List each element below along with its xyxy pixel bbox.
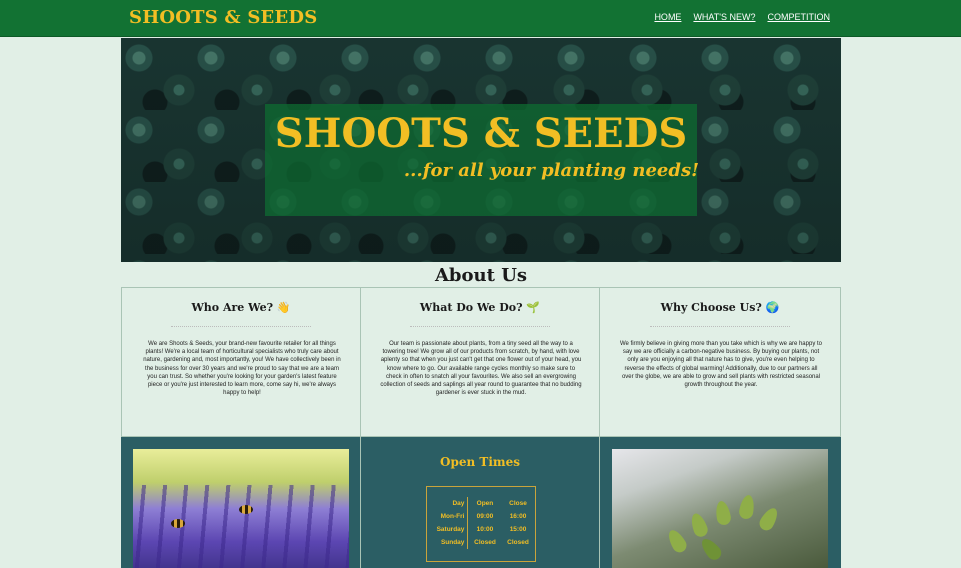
table-cell-close: 16:00: [509, 513, 527, 520]
leaf-shape: [756, 505, 782, 533]
column-divider: [650, 326, 790, 327]
leaf-shape: [738, 493, 756, 521]
table-cell-open: Closed: [474, 539, 496, 546]
table-cell-open: 09:00: [476, 513, 494, 520]
top-navbar: SHOOTS & SEEDS HOME WHAT'S NEW? COMPETIT…: [0, 0, 961, 37]
nav-links: HOME WHAT'S NEW? COMPETITION: [654, 12, 830, 22]
table-cell-close: 15:00: [509, 526, 527, 533]
column-divider: [171, 326, 311, 327]
hero-title: SHOOTS & SEEDS: [274, 110, 688, 157]
band-divider: [599, 437, 600, 568]
table-cell-day: Mon-Fri: [427, 510, 469, 523]
leaf-shape: [664, 527, 690, 555]
about-column-title: Why Choose Us? 🌍: [660, 301, 780, 314]
table-cell-open: 10:00: [476, 526, 494, 533]
nav-link-whats-new[interactable]: WHAT'S NEW?: [693, 12, 755, 22]
table-header-day: Day: [427, 497, 469, 510]
open-times-table: Day Open Close Mon-Fri 09:00 16:00 Satur…: [427, 497, 535, 549]
about-column-text: We firmly believe in giving more than yo…: [620, 341, 822, 389]
plant-photo: [612, 449, 828, 568]
hero-banner: SHOOTS & SEEDS ...for all your planting …: [121, 38, 841, 262]
table-row: Saturday 10:00 15:00: [427, 523, 535, 536]
about-column-title: Who Are We? 👋: [191, 301, 291, 314]
about-column-text: Our team is passionate about plants, fro…: [380, 341, 582, 397]
hero-subtitle: ...for all your planting needs!: [403, 160, 699, 181]
about-column-who: Who Are We? 👋 We are Shoots & Seeds, you…: [121, 287, 361, 437]
table-header-open: Open: [476, 500, 494, 507]
hero-title-box: SHOOTS & SEEDS ...for all your planting …: [265, 104, 699, 216]
open-times-title: Open Times: [440, 455, 520, 469]
lavender-photo: [133, 449, 349, 568]
about-column-title: What Do We Do? 🌱: [419, 301, 541, 314]
leaf-shape: [688, 511, 710, 539]
table-cell-close: Closed: [507, 539, 529, 546]
table-cell-day: Saturday: [427, 523, 469, 536]
about-heading: About Us: [434, 265, 528, 286]
table-cell-day: Sunday: [427, 536, 469, 549]
nav-link-competition[interactable]: COMPETITION: [768, 12, 831, 22]
table-header-close: Close: [509, 500, 527, 507]
bee-icon: [239, 505, 253, 514]
about-column-text: We are Shoots & Seeds, your brand-new fa…: [143, 341, 341, 397]
about-column-what: What Do We Do? 🌱 Our team is passionate …: [360, 287, 600, 437]
table-row: Sunday Closed Closed: [427, 536, 535, 549]
about-column-why: Why Choose Us? 🌍 We firmly believe in gi…: [599, 287, 841, 437]
leaf-shape: [714, 499, 732, 527]
table-row: Mon-Fri 09:00 16:00: [427, 510, 535, 523]
bee-icon: [171, 519, 185, 528]
brand-logo[interactable]: SHOOTS & SEEDS: [129, 7, 317, 28]
leaf-shape: [697, 535, 725, 563]
column-divider: [410, 326, 550, 327]
nav-link-home[interactable]: HOME: [654, 12, 681, 22]
table-header-row: Day Open Close: [427, 497, 535, 510]
open-times-box: Day Open Close Mon-Fri 09:00 16:00 Satur…: [426, 486, 536, 562]
